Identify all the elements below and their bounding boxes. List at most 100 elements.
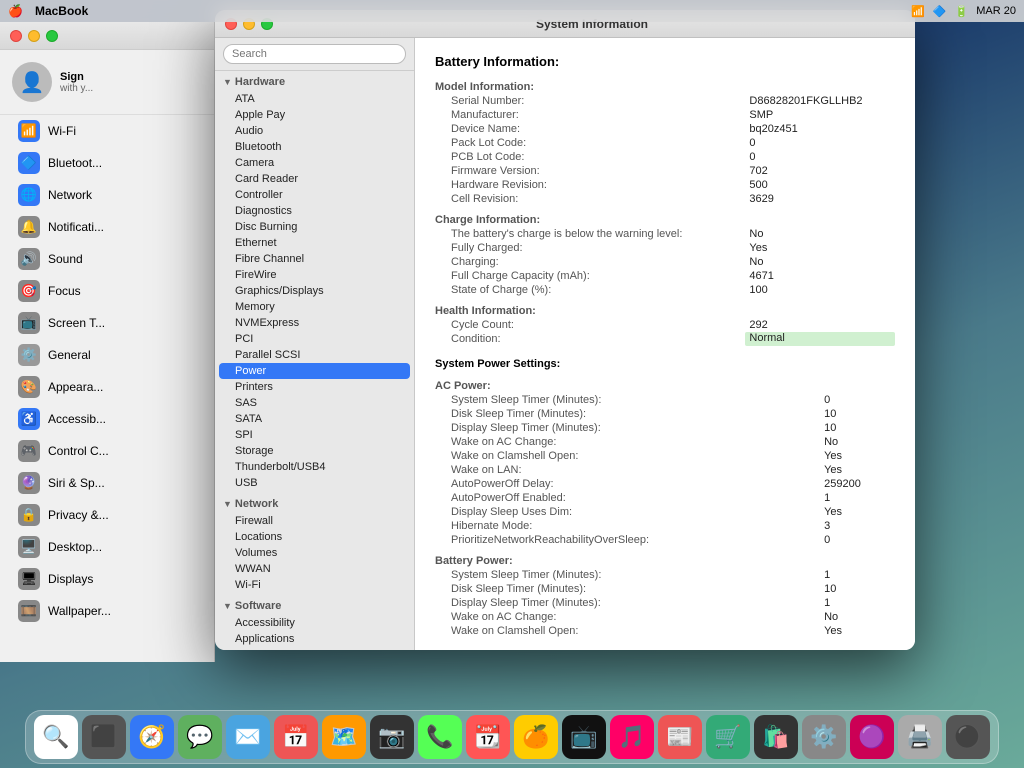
dock-news[interactable]: 📰: [658, 715, 702, 759]
sp-item-general[interactable]: ⚙️ General: [6, 339, 208, 371]
menubar-left: 🍎 MacBook: [8, 4, 88, 18]
dock-launchpad[interactable]: ⬛: [82, 715, 126, 759]
sidebar-item-wwan[interactable]: WWAN: [219, 561, 410, 577]
maximize-button-sp[interactable]: [46, 30, 58, 42]
dock-sysprefs[interactable]: ⚙️: [802, 715, 846, 759]
sound-icon: 🔊: [18, 248, 40, 270]
minimize-button-sp[interactable]: [28, 30, 40, 42]
dock-messages[interactable]: 💬: [178, 715, 222, 759]
sp-item-sound[interactable]: 🔊 Sound: [6, 243, 208, 275]
ac-wake-lan-label: Wake on LAN:: [435, 463, 820, 477]
sidebar-item-sas[interactable]: SAS: [219, 395, 410, 411]
sp-sidebar-list: 📶 Wi-Fi 🔷 Bluetoot... 🌐 Network 🔔 Notifi…: [0, 115, 214, 655]
sp-item-wallpaper[interactable]: 🎞️ Wallpaper...: [6, 595, 208, 627]
devicename-value: bq20z451: [745, 122, 895, 136]
sidebar-item-ata[interactable]: ATA: [219, 91, 410, 107]
sp-item-displays[interactable]: 🖥 Displays: [6, 563, 208, 595]
sidebar-item-locations[interactable]: Locations: [219, 529, 410, 545]
dock-finder[interactable]: 🔍: [34, 715, 78, 759]
dock-appstore2[interactable]: 🛍️: [754, 715, 798, 759]
sidebar-item-power[interactable]: Power: [219, 363, 410, 379]
dock-safari[interactable]: 🧭: [130, 715, 174, 759]
sidebar-item-sata[interactable]: SATA: [219, 411, 410, 427]
menubar-right: 📶 🔷 🔋 MAR 20: [911, 5, 1016, 18]
sp-label-network: Network: [48, 188, 92, 202]
sidebar-item-applepay[interactable]: Apple Pay: [219, 107, 410, 123]
sp-label-appearance: Appeara...: [48, 380, 103, 394]
sidebar-item-thunderbolt[interactable]: Thunderbolt/USB4: [219, 459, 410, 475]
dock-music[interactable]: 🎵: [610, 715, 654, 759]
sidebar-item-usb[interactable]: USB: [219, 475, 410, 491]
sp-item-appearance[interactable]: 🎨 Appeara...: [6, 371, 208, 403]
dock-mail[interactable]: ✉️: [226, 715, 270, 759]
network-header: ▼ Network: [215, 495, 414, 513]
dock-calendar[interactable]: 📆: [466, 715, 510, 759]
wifi-status[interactable]: 📶: [911, 5, 925, 18]
close-button-sp[interactable]: [10, 30, 22, 42]
dock-maps[interactable]: 🗺️: [322, 715, 366, 759]
ac-autopoweroff-delay-label: AutoPowerOff Delay:: [435, 477, 820, 491]
apple-menu[interactable]: 🍎: [8, 4, 23, 18]
packlot-row: Pack Lot Code: 0: [435, 136, 895, 150]
bat-display-sleep-label: Display Sleep Timer (Minutes):: [435, 596, 820, 610]
sp-item-accessibility[interactable]: ♿ Accessib...: [6, 403, 208, 435]
sidebar-item-sw-accessibility[interactable]: Accessibility: [219, 615, 410, 631]
dock-facetime[interactable]: 📞: [418, 715, 462, 759]
sidebar-item-parallelscsi[interactable]: Parallel SCSI: [219, 347, 410, 363]
sidebar-item-discburning[interactable]: Disc Burning: [219, 219, 410, 235]
bluetooth-status[interactable]: 🔷: [933, 5, 947, 18]
battery-status[interactable]: 🔋: [955, 5, 969, 18]
sidebar-item-applications[interactable]: Applications: [219, 631, 410, 647]
sp-item-focus[interactable]: 🎯 Focus: [6, 275, 208, 307]
sidebar-item-storage[interactable]: Storage: [219, 443, 410, 459]
sidebar-item-developer[interactable]: Developer: [219, 647, 410, 650]
sp-item-privacy[interactable]: 🔒 Privacy &...: [6, 499, 208, 531]
sidebar-item-graphics[interactable]: Graphics/Displays: [219, 283, 410, 299]
sidebar-item-ethernet[interactable]: Ethernet: [219, 235, 410, 251]
serial-label: Serial Number:: [435, 94, 745, 108]
cell-revision-label: Cell Revision:: [435, 192, 745, 206]
ac-disk-sleep-label: Disk Sleep Timer (Minutes):: [435, 407, 820, 421]
sidebar-item-controller[interactable]: Controller: [219, 187, 410, 203]
sp-item-wifi[interactable]: 📶 Wi-Fi: [6, 115, 208, 147]
ac-prioritize-label: PrioritizeNetworkReachabilityOverSleep:: [435, 533, 820, 547]
sidebar-item-pci[interactable]: PCI: [219, 331, 410, 347]
sp-item-control[interactable]: 🎮 Control C...: [6, 435, 208, 467]
sidebar-item-cardreader[interactable]: Card Reader: [219, 171, 410, 187]
sp-item-desktop[interactable]: 🖥️ Desktop...: [6, 531, 208, 563]
sidebar-item-audio[interactable]: Audio: [219, 123, 410, 139]
sidebar-item-spi[interactable]: SPI: [219, 427, 410, 443]
dock-reminders[interactable]: 📅: [274, 715, 318, 759]
sidebar-item-volumes[interactable]: Volumes: [219, 545, 410, 561]
charging-label: Charging:: [435, 255, 745, 269]
sp-item-network[interactable]: 🌐 Network: [6, 179, 208, 211]
sidebar-item-camera[interactable]: Camera: [219, 155, 410, 171]
app-name[interactable]: MacBook: [35, 4, 88, 18]
dock-photos[interactable]: 📷: [370, 715, 414, 759]
sp-item-bluetooth[interactable]: 🔷 Bluetoot...: [6, 147, 208, 179]
sp-item-screentime[interactable]: 📺 Screen T...: [6, 307, 208, 339]
sp-item-notifications[interactable]: 🔔 Notificati...: [6, 211, 208, 243]
cycle-count-value: 292: [745, 318, 895, 332]
network-triangle: ▼: [223, 499, 232, 509]
dock-tv[interactable]: 📺: [562, 715, 606, 759]
dock-other[interactable]: ⚫: [946, 715, 990, 759]
sidebar-item-fibrechannel[interactable]: Fibre Channel: [219, 251, 410, 267]
warning-level-label: The battery's charge is below the warnin…: [435, 227, 745, 241]
sidebar-item-bluetooth[interactable]: Bluetooth: [219, 139, 410, 155]
dock-notes[interactable]: 🍊: [514, 715, 558, 759]
bat-wake-clamshell-value: Yes: [820, 624, 895, 638]
sidebar-item-memory[interactable]: Memory: [219, 299, 410, 315]
dock-printer[interactable]: 🖨️: [898, 715, 942, 759]
sp-item-siri[interactable]: 🔮 Siri & Sp...: [6, 467, 208, 499]
search-input[interactable]: [223, 44, 406, 64]
dock-appstore[interactable]: 🛒: [706, 715, 750, 759]
sidebar-item-firewall[interactable]: Firewall: [219, 513, 410, 529]
sidebar-item-nvmexpress[interactable]: NVMExpress: [219, 315, 410, 331]
sidebar-item-wifi[interactable]: Wi-Fi: [219, 577, 410, 593]
sidebar-item-printers[interactable]: Printers: [219, 379, 410, 395]
dock-wondershare[interactable]: 🟣: [850, 715, 894, 759]
hardware-label: Hardware: [235, 76, 285, 88]
sidebar-item-firewire[interactable]: FireWire: [219, 267, 410, 283]
sidebar-item-diagnostics[interactable]: Diagnostics: [219, 203, 410, 219]
